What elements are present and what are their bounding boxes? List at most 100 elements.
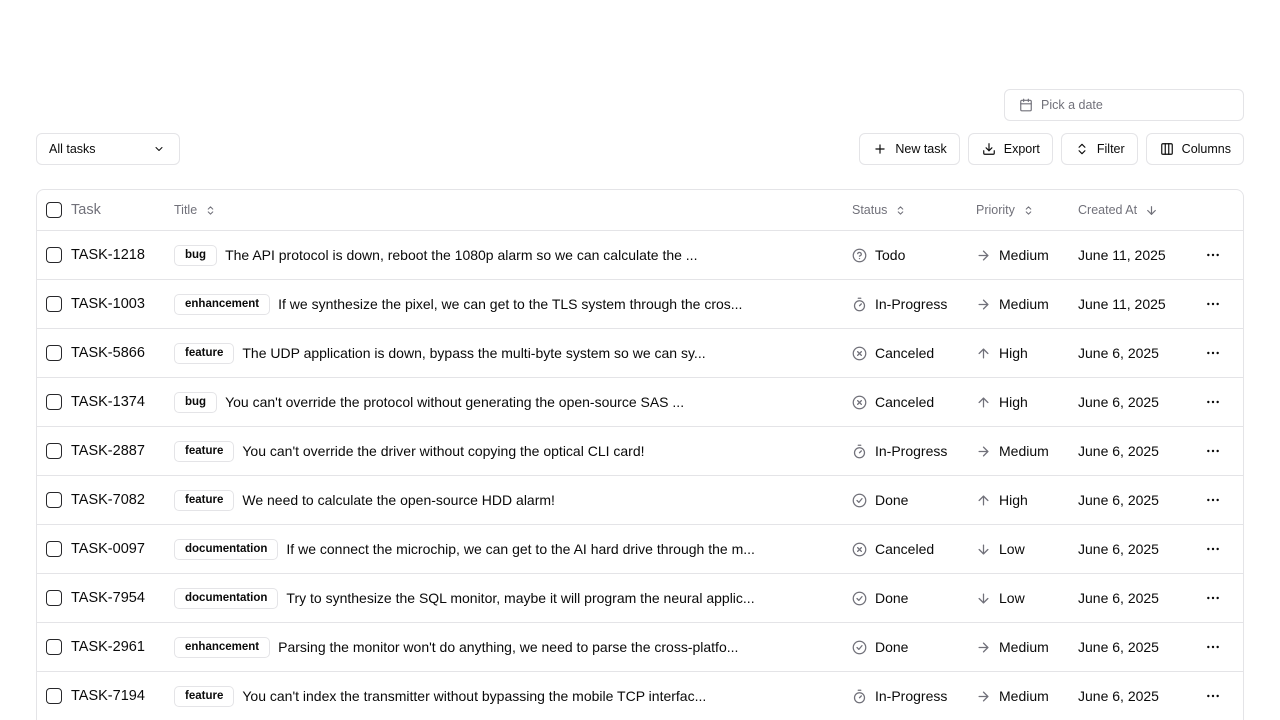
select-all-checkbox[interactable] xyxy=(46,202,62,218)
created-date: June 11, 2025 xyxy=(1078,247,1166,263)
more-horizontal-icon xyxy=(1207,449,1219,453)
priority-cell: High xyxy=(976,345,1028,361)
row-checkbox[interactable] xyxy=(46,296,62,312)
task-title: If we synthesize the pixel, we can get t… xyxy=(278,296,743,312)
sort-icon xyxy=(898,205,904,215)
status-text: Canceled xyxy=(875,394,935,410)
header-created-at[interactable]: Created At xyxy=(1078,203,1158,217)
row-actions-button[interactable] xyxy=(1205,541,1221,557)
task-id-cell: TASK-7194 xyxy=(71,688,145,704)
created-date: June 6, 2025 xyxy=(1078,492,1159,508)
task-id-cell: TASK-1374 xyxy=(71,394,145,410)
table-row[interactable]: TASK-7082 feature We need to calculate the… xyxy=(37,476,1243,525)
download-icon xyxy=(982,143,995,155)
label-badge: feature xyxy=(174,342,235,364)
row-checkbox[interactable] xyxy=(46,394,62,410)
created-cell: June 6, 2025 xyxy=(1078,443,1159,459)
title-cell: bug You can't override the protocol witho… xyxy=(174,391,794,413)
more-horizontal-icon xyxy=(1207,498,1219,502)
row-actions-button[interactable] xyxy=(1205,688,1221,704)
columns-button[interactable]: Columns xyxy=(1145,133,1244,165)
priority-text: Medium xyxy=(999,688,1049,704)
row-checkbox[interactable] xyxy=(46,541,62,557)
row-checkbox[interactable] xyxy=(46,639,62,655)
row-actions-button[interactable] xyxy=(1205,345,1221,361)
table-row[interactable]: TASK-7194 feature You can't index the tran… xyxy=(37,672,1243,720)
more-horizontal-icon xyxy=(1207,400,1219,404)
arrow-right-icon xyxy=(978,446,989,456)
arrow-up-icon xyxy=(978,348,989,358)
table-row[interactable]: TASK-2961 enhancement Parsing the monitor … xyxy=(37,623,1243,672)
table-row[interactable]: TASK-1003 enhancement If we synthesize the… xyxy=(37,280,1243,329)
arrow-down-icon xyxy=(1147,205,1156,215)
row-checkbox[interactable] xyxy=(46,443,62,459)
more-horizontal-icon xyxy=(1207,547,1219,551)
title-cell: enhancement Parsing the monitor won't do … xyxy=(174,636,794,658)
table-row[interactable]: TASK-2887 feature You can't override the d… xyxy=(37,427,1243,476)
arrow-right-icon xyxy=(978,250,989,260)
row-checkbox[interactable] xyxy=(46,247,62,263)
label-badge: documentation xyxy=(174,538,279,560)
created-cell: June 11, 2025 xyxy=(1078,296,1166,312)
status-cell: In-Progress xyxy=(852,443,947,459)
title-cell: feature You can't index the transmitter w… xyxy=(174,685,794,707)
table-body: TASK-1218 bug The API protocol is down, re… xyxy=(37,231,1243,720)
filter-button[interactable]: Filter xyxy=(1060,133,1138,165)
export-button[interactable]: Export xyxy=(967,133,1053,165)
task-id: TASK-1218 xyxy=(71,247,145,263)
priority-text: High xyxy=(999,394,1028,410)
row-actions-button[interactable] xyxy=(1205,492,1221,508)
created-date: June 6, 2025 xyxy=(1078,443,1159,459)
task-title: You can't index the transmitter without … xyxy=(242,688,707,704)
table-row[interactable]: TASK-5866 feature The UDP application is d… xyxy=(37,329,1243,378)
check-circle-icon xyxy=(852,493,867,507)
header-title[interactable]: Title xyxy=(174,203,794,217)
row-checkbox[interactable] xyxy=(46,688,62,704)
table-row[interactable]: TASK-7954 documentation Try to synthesize … xyxy=(37,574,1243,623)
row-actions-button[interactable] xyxy=(1205,296,1221,312)
row-actions-button[interactable] xyxy=(1205,443,1221,459)
status-text: In-Progress xyxy=(875,443,948,459)
row-checkbox[interactable] xyxy=(46,590,62,606)
arrow-up-icon xyxy=(978,495,989,505)
chevrons-up-down-icon xyxy=(1078,143,1086,155)
priority-cell: High xyxy=(976,394,1028,410)
row-actions-button[interactable] xyxy=(1205,394,1221,410)
new-task-button[interactable]: New task xyxy=(859,133,960,165)
status-text: Done xyxy=(875,492,909,508)
table-row[interactable]: TASK-0097 documentation If we connect the … xyxy=(37,525,1243,574)
table-row[interactable]: TASK-1218 bug The API protocol is down, re… xyxy=(37,231,1243,280)
priority-cell: Medium xyxy=(976,296,1049,312)
task-id: TASK-7194 xyxy=(71,688,145,704)
priority-text: Medium xyxy=(999,639,1049,655)
priority-text: Low xyxy=(999,541,1025,557)
status-cell: In-Progress xyxy=(852,296,947,312)
header-priority[interactable]: Priority xyxy=(976,203,1034,217)
row-actions-button[interactable] xyxy=(1205,590,1221,606)
row-checkbox[interactable] xyxy=(46,345,62,361)
created-date: June 11, 2025 xyxy=(1078,296,1166,312)
sort-icon xyxy=(1025,205,1032,215)
header-status[interactable]: Status xyxy=(852,203,906,217)
table-row[interactable]: TASK-1374 bug You can't override the proto… xyxy=(37,378,1243,427)
row-actions-button[interactable] xyxy=(1205,247,1221,263)
created-cell: June 6, 2025 xyxy=(1078,345,1159,361)
status-text: Canceled xyxy=(875,345,935,361)
view-select[interactable]: All tasks xyxy=(36,133,180,165)
row-actions-button[interactable] xyxy=(1205,639,1221,655)
more-horizontal-icon xyxy=(1207,253,1219,257)
plus-icon xyxy=(875,144,886,154)
calendar-icon xyxy=(1020,98,1032,112)
priority-cell: Medium xyxy=(976,688,1049,704)
task-id: TASK-7082 xyxy=(71,492,145,508)
date-picker-button[interactable]: Pick a date xyxy=(1004,89,1244,121)
label-badge: enhancement xyxy=(174,636,271,658)
status-cell: Todo xyxy=(852,247,905,263)
priority-text: High xyxy=(999,492,1028,508)
row-checkbox[interactable] xyxy=(46,492,62,508)
status-text: In-Progress xyxy=(875,296,948,312)
priority-cell: Medium xyxy=(976,639,1049,655)
created-cell: June 6, 2025 xyxy=(1078,590,1159,606)
priority-text: Medium xyxy=(999,296,1049,312)
priority-cell: High xyxy=(976,492,1028,508)
